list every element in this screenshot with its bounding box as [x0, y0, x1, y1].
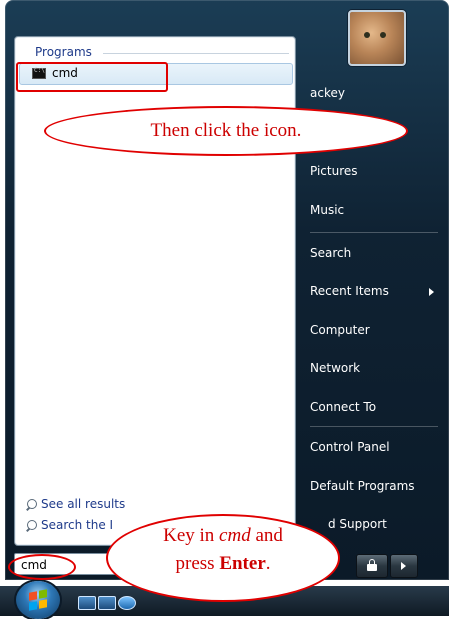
user-avatar[interactable] [348, 10, 406, 66]
right-item-pictures[interactable]: Pictures [310, 164, 440, 186]
right-item-search[interactable]: Search [310, 246, 440, 268]
callout-emphasis: cmd [219, 525, 251, 546]
right-item-network[interactable]: Network [310, 361, 440, 383]
see-all-results-label: See all results [41, 497, 126, 511]
power-options-button[interactable] [390, 554, 418, 578]
callout-text: . [265, 553, 271, 574]
see-all-results-link[interactable]: See all results [25, 497, 125, 511]
callout-strong: Enter [219, 553, 266, 574]
magnifier-icon [25, 498, 37, 511]
highlight-cmd-result [16, 62, 168, 92]
callout-text: press [175, 553, 220, 574]
callout-click-icon: Then click the icon. [44, 106, 408, 156]
search-internet-label: Search the I [41, 518, 114, 532]
windows-logo-icon [29, 591, 37, 601]
right-item-connect-to[interactable]: Connect To [310, 400, 440, 422]
right-item-user[interactable]: ackey [310, 86, 440, 108]
right-item-help-support[interactable]: d Support [328, 517, 449, 539]
right-separator [310, 232, 438, 233]
windows-logo-icon [39, 589, 47, 599]
right-separator [310, 426, 438, 427]
start-button[interactable] [16, 581, 60, 619]
search-internet-link[interactable]: Search the I [25, 518, 113, 532]
callout-text: Key in [163, 525, 220, 546]
highlight-search-box [8, 554, 76, 580]
internet-explorer-icon[interactable] [118, 596, 136, 610]
recent-items-label: Recent Items [310, 284, 389, 298]
switch-windows-icon[interactable] [98, 596, 116, 610]
section-divider [103, 53, 289, 54]
lock-button[interactable] [356, 554, 388, 578]
show-desktop-icon[interactable] [78, 596, 96, 610]
arrow-right-icon [401, 562, 406, 570]
right-item-control-panel[interactable]: Control Panel [310, 440, 440, 462]
power-buttons [350, 554, 446, 578]
callout-key-in-cmd: Key in cmd and press Enter. [106, 514, 340, 602]
right-item-default-programs[interactable]: Default Programs [310, 479, 440, 501]
right-item-music[interactable]: Music [310, 203, 440, 225]
cat-eye-left [364, 32, 370, 38]
section-header-programs: Programs [35, 45, 92, 59]
right-item-recent-items[interactable]: Recent Items [310, 284, 440, 306]
lock-icon [367, 559, 377, 571]
right-item-computer[interactable]: Computer [310, 323, 440, 345]
callout-line-2: press Enter. [108, 550, 338, 578]
magnifier-icon [25, 519, 37, 532]
windows-logo-icon [39, 599, 47, 609]
cat-eye-right [380, 32, 386, 38]
submenu-arrow-icon [429, 288, 434, 296]
callout-text: and [250, 525, 283, 546]
callout-line-1: Key in cmd and [108, 522, 338, 550]
windows-logo-icon [29, 601, 37, 611]
